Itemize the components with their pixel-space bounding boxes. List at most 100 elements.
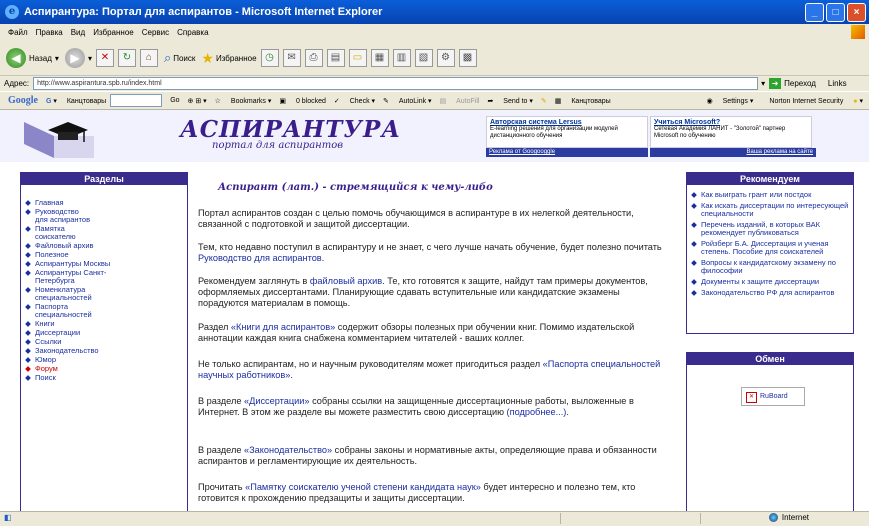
sidebar-item-books[interactable]: Книги (25, 320, 187, 328)
paragraph-books: Раздел «Книги для аспирантов» содержит о… (198, 322, 635, 343)
sidebar-item-search[interactable]: Поиск (25, 374, 187, 382)
sidebar-item-law[interactable]: Законодательство (25, 347, 187, 355)
sidebar-item-nomenclature[interactable]: Номенклатура специальностей (25, 286, 103, 302)
close-button[interactable]: × (847, 3, 866, 22)
favorites-button[interactable]: ★ Избранное (201, 50, 256, 67)
spellcheck-button[interactable]: ✓ Check ▾ (334, 97, 375, 105)
sidebar-item-links[interactable]: Ссылки (25, 338, 187, 346)
sidebar-item-archive[interactable]: Файловый архив (25, 242, 187, 250)
settings-button[interactable]: ◉ Settings ▾ (707, 97, 754, 105)
site-header: АСПИРАНТУРА портал для аспирантов Авторс… (0, 110, 869, 162)
slogan: Аспирант (лат.) - стремящийся к чему-либ… (218, 182, 493, 193)
menu-tools[interactable]: Сервис (142, 28, 169, 37)
sidebar-item-dissertations[interactable]: Диссертации (25, 329, 187, 337)
edit-icon[interactable]: ▤ (326, 49, 345, 67)
sidebar-item-spb[interactable]: Аспирантуры Санкт-Петербурга (25, 269, 117, 285)
recommend-list: Как выиграть грант или постдок Как искат… (687, 185, 853, 297)
google-toolbar: Google G ▾ Канцтовары Go ⊕ ⊞ ▾ ☆ Bookmar… (0, 92, 869, 110)
bookmarks-button[interactable]: ☆ Bookmarks ▾ (215, 97, 272, 105)
sidebar-item-humor[interactable]: Юмор (25, 356, 187, 364)
sidebar-item-guide[interactable]: Руководство для аспирантов (25, 208, 91, 224)
discuss-icon[interactable]: ▧ (414, 49, 433, 67)
recommend-box: Рекомендуем Как выиграть грант или постд… (686, 172, 854, 334)
recommend-item[interactable]: Перечень изданий, в которых ВАК рекоменд… (691, 221, 853, 237)
sidebar-item-moscow[interactable]: Аспирантуры Москвы (25, 260, 187, 268)
paragraph-passports: Не только аспирантам, но и научным руков… (198, 359, 661, 380)
search-button[interactable]: ⌕ Поиск (164, 50, 195, 66)
standard-toolbar: ◀ Назад ▾ ▶ ▾ ✕ ↻ ⌂ ⌕ Поиск ★ Избранное ◷ … (0, 41, 869, 76)
menu-view[interactable]: Вид (71, 28, 85, 37)
sidebar-item-home[interactable]: Главная (25, 199, 187, 207)
sidebar-item-passports[interactable]: Паспорта специальностей (25, 303, 97, 319)
menu-help[interactable]: Справка (177, 28, 208, 37)
ad-lersus[interactable]: Авторская система Lersus E-learning решен… (486, 116, 648, 148)
minimize-button[interactable]: _ (805, 3, 824, 22)
recommend-item[interactable]: Ройзберг Б.А. Диссертация и ученая степе… (691, 240, 853, 256)
link-memo[interactable]: «Памятку соискателю ученой степени канди… (245, 482, 481, 492)
research-icon[interactable]: ▦ (370, 49, 389, 67)
ad-footer-right[interactable]: Ваша реклама на сайте (650, 148, 816, 157)
menu-edit[interactable]: Правка (36, 28, 63, 37)
paragraph-intro: Портал аспирантов создан с целью помочь … (198, 208, 634, 229)
norton-button[interactable]: Norton Internet Security ● ▾ (761, 97, 863, 105)
link-dissertations[interactable]: «Диссертации» (244, 396, 310, 406)
tools-icon[interactable]: ⚙ (436, 49, 455, 67)
home-icon[interactable]: ⌂ (139, 49, 158, 67)
link-books[interactable]: «Книги для аспирантов» (231, 322, 335, 332)
ad-microsoft[interactable]: Учиться Microsoft? Сетевая Академия ЛАНИТ… (650, 116, 812, 148)
site-title[interactable]: АСПИРАНТУРА (180, 116, 401, 143)
recommend-item[interactable]: Как искать диссертации по интересующей с… (691, 202, 853, 218)
popup-blocked-button[interactable]: ▣ 0 blocked (279, 97, 326, 105)
address-input[interactable]: http://www.aspirantura.spb.ru/index.html (33, 77, 759, 90)
menu-favorites[interactable]: Избранное (93, 28, 134, 37)
highlight-icon[interactable]: ✎ (541, 97, 547, 105)
google-search-button[interactable]: G ▾ Канцтовары (46, 97, 106, 105)
autofill-button[interactable]: ▤ AutoFill (440, 97, 480, 105)
recommend-item[interactable]: Законодательство РФ для аспирантов (691, 289, 853, 297)
link-guide[interactable]: Руководство для аспирантов (198, 253, 322, 263)
google-go-button[interactable]: Go (170, 97, 179, 104)
page-status-icon: ◧ (4, 513, 12, 522)
paragraph-archive: Рекомендуем заглянуть в файловый архив. … (198, 276, 648, 308)
google-search-input[interactable] (110, 94, 163, 107)
address-dropdown-icon[interactable]: ▾ (761, 79, 765, 88)
recommend-item[interactable]: Вопросы к кандидатскому экзамену по фило… (691, 259, 853, 275)
links-button[interactable]: Links (828, 79, 847, 88)
main-content: Аспирант (лат.) - стремящийся к чему-либ… (190, 172, 680, 511)
ie-icon: e (5, 5, 19, 19)
link-archive[interactable]: файловый архив (310, 276, 382, 286)
mail-icon[interactable]: ✉ (282, 49, 301, 67)
link-more[interactable]: (подробнее...) (507, 407, 567, 417)
messenger-icon[interactable]: ▥ (392, 49, 411, 67)
stop-icon[interactable]: ✕ (95, 49, 114, 67)
back-button[interactable]: ◀ Назад ▾ (6, 48, 59, 68)
ruboard-icon: ✕ (746, 392, 757, 403)
window-titlebar[interactable]: e Аспирантура: Портал для аспирантов - M… (0, 0, 869, 24)
folder-icon[interactable]: ▭ (348, 49, 367, 67)
maximize-button[interactable]: □ (826, 3, 845, 22)
autolink-button[interactable]: ✎ AutoLink ▾ (383, 97, 432, 105)
forward-button[interactable]: ▶ ▾ (64, 48, 92, 68)
print-icon[interactable]: ⎙ (304, 49, 323, 67)
go-button[interactable]: Переход (784, 79, 816, 88)
google-field-button[interactable]: ▦ Канцтовары (555, 97, 611, 105)
recommend-item[interactable]: Как выиграть грант или постдок (691, 191, 853, 199)
plugin-icon[interactable]: ▩ (458, 49, 477, 67)
ad-footer-left[interactable]: Реклама от Googooggle (486, 148, 648, 157)
sidebar-item-forum[interactable]: Форум (25, 365, 187, 373)
sidebar-item-useful[interactable]: Полезное (25, 251, 187, 259)
go-arrow-icon[interactable]: ➜ (769, 78, 782, 89)
history-icon[interactable]: ◷ (260, 49, 279, 67)
google-pagerank-icon[interactable]: ⊕ ⊞ ▾ (188, 97, 207, 105)
recommend-item[interactable]: Документы к защите диссертации (691, 278, 853, 286)
zone-label: Internet (781, 513, 809, 522)
address-bar: Адрес: http://www.aspirantura.spb.ru/ind… (0, 76, 869, 91)
ruboard-banner[interactable]: ✕ RuBoard (741, 387, 805, 406)
link-law[interactable]: «Законодательство» (244, 445, 332, 455)
sendto-button[interactable]: ➦ Send to ▾ (487, 97, 532, 105)
globe-icon (768, 513, 778, 522)
refresh-icon[interactable]: ↻ (117, 49, 136, 67)
sidebar-item-memo[interactable]: Памятка соискателю (25, 225, 81, 241)
menu-file[interactable]: Файл (8, 28, 28, 37)
exchange-heading: Обмен (687, 353, 853, 365)
